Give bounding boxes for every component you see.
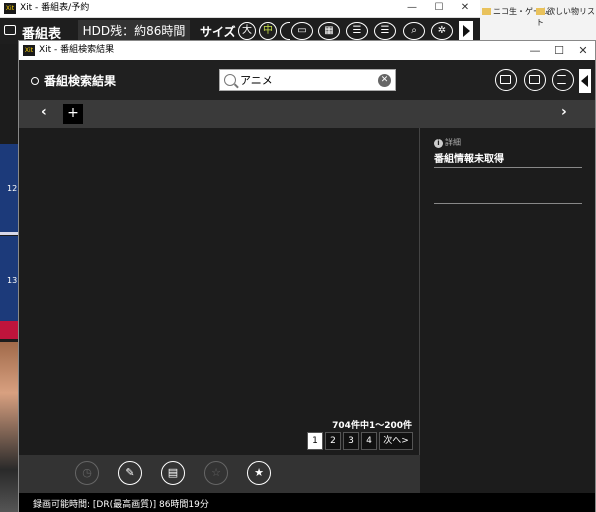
calendar-icon	[529, 75, 540, 84]
size-large-button[interactable]: 大	[238, 22, 256, 40]
background-titlebar: Xit Xit - 番組表/予約 — ☐ ✕	[0, 0, 480, 18]
chevron-left-icon[interactable]: ‹	[41, 104, 47, 120]
app-logo-icon: Xit	[4, 3, 16, 14]
minimize-button[interactable]: —	[527, 43, 543, 58]
page-button-2[interactable]: 2	[325, 432, 341, 450]
close-button[interactable]: ✕	[575, 43, 591, 58]
maximize-button[interactable]: ☐	[551, 43, 567, 58]
info-icon: i	[434, 139, 443, 148]
page-title: 番組検索結果	[31, 72, 116, 89]
playlist-play-button[interactable]	[552, 69, 574, 91]
divider	[0, 232, 18, 235]
size-medium-button[interactable]: 中	[259, 22, 277, 40]
search-box[interactable]: ✕	[219, 69, 396, 91]
playlist-play-icon	[557, 75, 566, 84]
star-search-icon: ☆	[211, 466, 221, 479]
list-clock-icon: ☰	[380, 25, 390, 36]
search-icon	[224, 74, 236, 86]
calendar-icon: ▦	[324, 25, 334, 36]
background-window-title: Xit - 番組表/予約	[20, 3, 90, 13]
program-thumbnail	[0, 342, 18, 512]
tv-button[interactable]	[495, 69, 517, 91]
star-icon: ★	[254, 466, 264, 479]
divider	[434, 203, 582, 204]
bookmark-item[interactable]: 欲しい物リスト	[536, 6, 596, 28]
divider	[434, 167, 582, 168]
next-page-button[interactable]: 次へ>	[379, 432, 413, 450]
timer-reserve-button[interactable]: ◷	[75, 461, 99, 485]
favorite-search-button[interactable]: ☆	[204, 461, 228, 485]
pagination: 1 2 3 4 次へ>	[307, 432, 413, 450]
calendar-button[interactable]: ▦	[318, 22, 340, 40]
detail-title: 番組情報未取得	[434, 154, 504, 165]
favorite-button[interactable]: ★	[247, 461, 271, 485]
search-button[interactable]: ⌕	[403, 22, 425, 40]
page-button-4[interactable]: 4	[361, 432, 377, 450]
detail-header: i 詳細	[434, 137, 461, 148]
header: 番組検索結果 ✕	[19, 60, 595, 100]
window-titlebar: Xit Xit - 番組検索結果 — ☐ ✕	[19, 41, 595, 60]
size-label: サイズ	[200, 25, 236, 39]
program-guide-button[interactable]	[524, 69, 546, 91]
chevron-right-icon[interactable]: ›	[561, 104, 567, 120]
background-program-grid: 12 13	[0, 44, 18, 512]
tv-icon	[500, 75, 511, 84]
search-reservation-button[interactable]: ▤	[161, 461, 185, 485]
search-icon: ⌕	[411, 25, 417, 36]
row-label: 13	[7, 276, 18, 285]
playlist-play-button[interactable]: ☰	[346, 22, 368, 40]
search-icon	[31, 77, 39, 85]
recordable-time: 録画可能時間: [DR(最高画質)] 86時間19分	[33, 500, 209, 510]
collapse-tab[interactable]	[579, 69, 591, 93]
tv-button[interactable]: ▭	[291, 22, 313, 40]
playlist-play-icon: ☰	[352, 25, 362, 36]
program-cell[interactable]	[0, 321, 18, 339]
bg-close-button[interactable]: ✕	[458, 1, 472, 15]
window-title: Xit - 番組検索結果	[39, 45, 115, 55]
tv-icon	[4, 25, 16, 35]
browser-bookmark-bar: ニコ生・ゲーム 欲しい物リスト	[480, 0, 596, 40]
result-count: 704件中1～200件	[332, 421, 412, 431]
edit-icon: ✎	[125, 466, 135, 479]
navigation-bar: ‹ + ›	[19, 100, 595, 128]
page-button-1[interactable]: 1	[307, 432, 323, 450]
detail-panel: i 詳細 番組情報未取得	[420, 128, 595, 493]
add-button[interactable]: +	[63, 104, 83, 124]
search-results-window: Xit Xit - 番組検索結果 — ☐ ✕ 番組検索結果 ✕ ‹ + › 70…	[18, 40, 596, 512]
action-bar: ◷ ✎ ▤ ☆ ★	[19, 455, 420, 493]
folder-icon	[482, 8, 491, 15]
tv-icon: ▭	[297, 25, 307, 36]
reservation-list-button[interactable]: ☰	[374, 22, 396, 40]
size-small-button[interactable]	[280, 22, 290, 40]
status-bar: 録画可能時間: [DR(最高画質)] 86時間19分	[19, 493, 595, 512]
clear-search-button[interactable]: ✕	[378, 74, 391, 87]
expand-tab[interactable]	[459, 21, 473, 41]
search-input[interactable]	[240, 72, 376, 88]
edit-reservation-button[interactable]: ✎	[118, 461, 142, 485]
bg-maximize-button[interactable]: ☐	[432, 1, 446, 15]
folder-icon	[536, 8, 545, 15]
document-search-icon: ▤	[167, 466, 179, 479]
page-button-3[interactable]: 3	[343, 432, 359, 450]
clock-icon: ◷	[82, 466, 92, 479]
row-label: 12	[7, 184, 18, 193]
settings-button[interactable]: ✲	[431, 22, 453, 40]
bg-minimize-button[interactable]: —	[405, 1, 419, 15]
gear-icon: ✲	[437, 25, 447, 36]
app-logo-icon: Xit	[23, 45, 35, 56]
results-list: 704件中1～200件 1 2 3 4 次へ>	[19, 128, 420, 455]
hdd-remaining: HDD残：約86時間	[78, 20, 190, 42]
